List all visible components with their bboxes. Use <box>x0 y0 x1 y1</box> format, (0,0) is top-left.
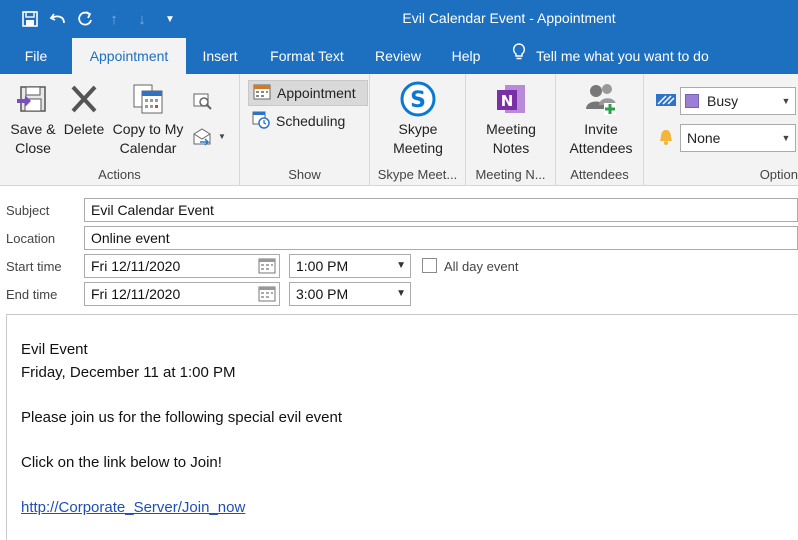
reminder-bell-icon <box>658 128 674 149</box>
calendar-picker-icon[interactable] <box>258 286 276 302</box>
group-label-attendees: Attendees <box>570 167 629 182</box>
tab-format-text[interactable]: Format Text <box>260 38 354 74</box>
start-time-label: Start time <box>6 259 62 274</box>
show-as-dropdown[interactable]: Busy ▼ <box>680 87 796 115</box>
tab-help[interactable]: Help <box>440 38 492 74</box>
meeting-notes-button[interactable]: N Meeting Notes <box>476 80 546 158</box>
body-line-date: Friday, December 11 at 1:00 PM <box>21 363 236 381</box>
start-date-field[interactable]: Fri 12/11/2020 <box>84 254 280 278</box>
all-day-event-label: All day event <box>444 259 519 274</box>
delete-icon <box>64 80 104 118</box>
location-label: Location <box>6 231 56 246</box>
show-as-icon <box>656 92 676 111</box>
subject-label: Subject <box>6 203 50 218</box>
group-actions: Save & Close Delete Copy to My Calendar … <box>0 74 240 186</box>
tab-insert[interactable]: Insert <box>192 38 248 74</box>
appointment-body[interactable]: Evil Event Friday, December 11 at 1:00 P… <box>6 314 798 540</box>
group-attendees: Invite Attendees Attendees <box>556 74 644 186</box>
ribbon-tabs: File Appointment Insert Format Text Revi… <box>0 38 798 74</box>
svg-text:N: N <box>501 92 514 110</box>
calendar-picker-icon[interactable] <box>258 258 276 274</box>
copy-to-my-calendar-button[interactable]: Copy to My Calendar <box>108 80 188 158</box>
join-link[interactable]: http://Corporate_Server/Join_now <box>21 499 245 516</box>
scheduling-icon <box>252 111 270 132</box>
save-close-icon <box>13 80 53 118</box>
tab-appointment[interactable]: Appointment <box>72 38 186 74</box>
tab-file[interactable]: File <box>12 38 60 74</box>
start-time-dropdown[interactable]: 1:00 PM ▼ <box>289 254 411 278</box>
title-bar: ↑ ↓ ▼ Evil Calendar Event - Appointment <box>0 0 798 38</box>
end-time-label: End time <box>6 287 58 302</box>
all-day-event-checkbox[interactable] <box>422 258 437 273</box>
tab-review[interactable]: Review <box>366 38 430 74</box>
body-line-event-name: Evil Event <box>21 341 88 358</box>
end-date-field[interactable]: Fri 12/11/2020 <box>84 282 280 306</box>
group-label-options: Option <box>759 167 798 182</box>
group-meeting-notes: N Meeting Notes Meeting N... <box>466 74 556 186</box>
group-skype-meeting: S Skype Meeting Skype Meet... <box>370 74 466 186</box>
calendar-grid-icon <box>253 84 271 103</box>
location-field[interactable]: Online event <box>84 226 798 250</box>
reminder-dropdown[interactable]: None ▼ <box>680 124 796 152</box>
onenote-icon: N <box>491 80 531 118</box>
tell-me-box[interactable]: Tell me what you want to do <box>512 38 709 74</box>
save-close-button[interactable]: Save & Close <box>6 80 60 158</box>
group-label-actions: Actions <box>98 167 141 182</box>
invite-attendees-icon <box>581 80 621 118</box>
ribbon: Save & Close Delete Copy to My Calendar … <box>0 74 798 186</box>
group-show: Appointment Scheduling Show <box>240 74 370 186</box>
group-options: Busy ▼ None ▼ Option <box>644 74 798 186</box>
chevron-down-icon: ▼ <box>781 96 791 106</box>
skype-meeting-button[interactable]: S Skype Meeting <box>380 80 456 158</box>
group-label-meeting-notes: Meeting N... <box>475 167 546 182</box>
copy-calendar-icon <box>128 80 168 118</box>
body-line-invitation: Please join us for the following special… <box>21 408 343 426</box>
chevron-down-icon: ▼ <box>781 133 791 143</box>
group-label-skype: Skype Meet... <box>377 167 458 182</box>
chevron-down-icon: ▼ <box>396 288 406 299</box>
invite-attendees-button[interactable]: Invite Attendees <box>564 80 638 158</box>
body-line-instruction: Click on the link below to Join! <box>21 453 222 471</box>
svg-text:S: S <box>410 88 426 113</box>
appointment-view-button[interactable]: Appointment <box>248 80 368 106</box>
skype-icon: S <box>398 80 438 118</box>
scheduling-view-button[interactable]: Scheduling <box>248 108 368 134</box>
subject-field[interactable]: Evil Calendar Event <box>84 198 798 222</box>
window-title: Evil Calendar Event - Appointment <box>402 10 616 26</box>
end-time-dropdown[interactable]: 3:00 PM ▼ <box>289 282 411 306</box>
forward-options-icon[interactable] <box>192 92 214 115</box>
lightbulb-icon <box>512 38 526 74</box>
chevron-down-icon: ▼ <box>396 260 406 271</box>
busy-color-swatch <box>685 94 699 108</box>
private-options-icon[interactable]: ▼ <box>192 126 226 146</box>
tell-me-text: Tell me what you want to do <box>536 48 709 64</box>
delete-button[interactable]: Delete <box>62 80 106 139</box>
chevron-down-icon: ▼ <box>218 131 226 141</box>
group-label-show: Show <box>288 167 321 182</box>
